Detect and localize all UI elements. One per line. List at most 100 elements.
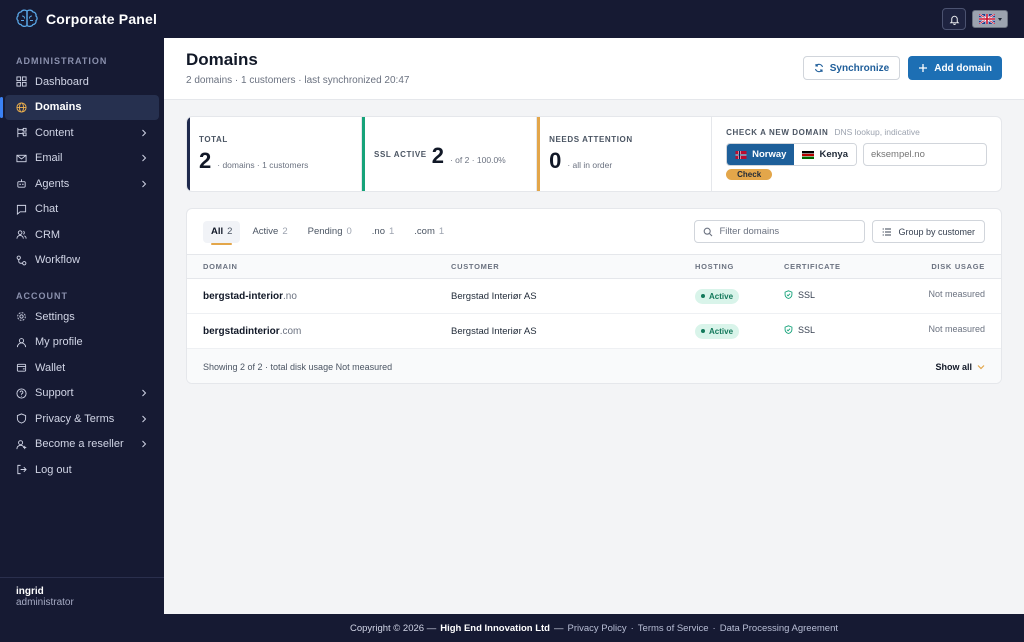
customer-cell: Bergstad Interiør AS [451, 325, 537, 337]
disk-usage-cell: Not measured [928, 324, 985, 334]
column-hosting[interactable]: HOSTING [695, 262, 784, 271]
bell-icon [949, 15, 959, 25]
brand[interactable]: Corporate Panel [16, 9, 157, 29]
shield-icon [16, 413, 27, 424]
shield-check-icon [784, 324, 793, 334]
sidebar-item-dashboard[interactable]: Dashboard [0, 69, 164, 95]
user-name: ingrid [16, 586, 44, 597]
sidebar-item-privacy-terms[interactable]: Privacy & Terms [0, 406, 164, 432]
domain-tld: .no [283, 290, 297, 302]
domain-name[interactable]: bergstadinterior [203, 326, 280, 337]
privacy-policy-link[interactable]: Privacy Policy [567, 623, 626, 634]
sidebar-item-label: CRM [35, 228, 61, 241]
notifications-button[interactable] [942, 8, 966, 30]
stat-ssl-active: SSL ACTIVE 2 · of 2 · 100.0% [362, 117, 538, 191]
group-by-customer-button[interactable]: Group by customer [872, 220, 985, 243]
mail-icon [16, 154, 27, 162]
domain-tld: .com [279, 325, 302, 337]
sidebar-item-become-reseller[interactable]: Become a reseller [0, 432, 164, 458]
sidebar-item-settings[interactable]: Settings [0, 304, 164, 330]
status-text: Active [709, 326, 734, 336]
brain-logo-icon [16, 9, 38, 28]
sidebar-item-label: Log out [35, 463, 72, 476]
domain-check-input[interactable] [862, 143, 987, 166]
check-hint: DNS lookup, indicative [834, 127, 920, 137]
status-dot-icon [701, 329, 705, 333]
sidebar-item-domains[interactable]: Domains [0, 94, 159, 120]
stats-card: TOTAL 2 · domains · 1 customers SSL ACTI… [186, 116, 1002, 192]
chevron-right-icon [142, 180, 147, 188]
stat-note: · domains · 1 customers [217, 160, 309, 170]
country-kenya-button[interactable]: Kenya [794, 144, 856, 165]
stat-needs-attention: NEEDS ATTENTION 0 · all in order [537, 117, 713, 191]
status-badge: Active [695, 323, 740, 339]
tab-com[interactable]: .com 1 [406, 221, 452, 243]
hosting-cell: Active [695, 288, 784, 304]
user-role: administrator [16, 597, 74, 608]
wallet-icon [16, 364, 27, 372]
sidebar-item-chat[interactable]: Chat [0, 197, 164, 223]
terms-of-service-link[interactable]: Terms of Service [638, 623, 709, 634]
data-processing-agreement-link[interactable]: Data Processing Agreement [720, 623, 838, 634]
content-icon [17, 128, 27, 138]
sidebar-item-wallet[interactable]: Wallet [0, 355, 164, 381]
disk-usage-cell: Not measured [928, 289, 985, 299]
column-domain[interactable]: DOMAIN [203, 262, 451, 271]
ssl-indicator: SSL [784, 290, 815, 300]
language-selector[interactable] [972, 10, 1008, 28]
sidebar-item-crm[interactable]: CRM [0, 222, 164, 248]
country-norway-button[interactable]: Norway [727, 144, 795, 165]
show-all-button[interactable]: Show all [935, 362, 985, 372]
section-administration: ADMINISTRATION [16, 56, 108, 66]
chat-icon [16, 204, 27, 215]
uk-flag-icon [978, 14, 995, 24]
shield-check-icon [784, 289, 793, 299]
synchronize-label: Synchronize [829, 62, 890, 74]
tab-label: Pending [307, 226, 343, 237]
table-header: DOMAIN CUSTOMER HOSTING CERTIFICATE DISK… [187, 255, 1001, 279]
check-title: CHECK A NEW DOMAIN [726, 128, 829, 137]
sidebar-item-my-profile[interactable]: My profile [0, 330, 164, 356]
sidebar-item-label: Privacy & Terms [35, 412, 115, 425]
customer-cell: Bergstad Interiør AS [451, 290, 537, 302]
chevron-right-icon [142, 415, 147, 423]
sidebar-item-email[interactable]: Email [0, 146, 164, 172]
list-icon [883, 227, 892, 236]
plus-icon [919, 64, 928, 72]
column-disk-usage[interactable]: DISK USAGE [884, 262, 985, 271]
tab-active[interactable]: Active 2 [244, 221, 295, 243]
table-footer: Showing 2 of 2 · total disk usage Not me… [187, 349, 1001, 383]
column-certificate[interactable]: CERTIFICATE [784, 262, 884, 271]
column-customer[interactable]: CUSTOMER [451, 262, 695, 271]
robot-icon [17, 179, 26, 188]
cert-text: SSL [798, 289, 816, 300]
sidebar-item-workflow[interactable]: Workflow [0, 248, 164, 274]
stat-value: 2 [199, 148, 212, 173]
table-row[interactable]: bergstadinterior.com Bergstad Interiør A… [187, 314, 1001, 349]
footer-separator: — [553, 622, 564, 634]
synchronize-button[interactable]: Synchronize [802, 56, 901, 80]
sidebar-item-agents[interactable]: Agents [0, 171, 164, 197]
table-row[interactable]: bergstad-interior.no Bergstad Interiør A… [187, 279, 1001, 314]
sidebar-item-label: Domains [35, 101, 82, 114]
sidebar-item-label: Settings [35, 310, 75, 323]
tab-label: Active [252, 226, 279, 237]
logout-icon [17, 465, 27, 475]
table-toolbar: All 2 Active 2 Pending 0 .no 1 .com 1 Filter … [187, 209, 1001, 255]
sidebar-item-label: Workflow [35, 254, 81, 267]
domain-name[interactable]: bergstad-interior [203, 291, 283, 302]
sidebar-item-content[interactable]: Content [0, 120, 164, 146]
tab-all[interactable]: All 2 [203, 220, 241, 245]
country-selector: Norway Kenya [726, 143, 857, 166]
check-button[interactable]: Check [726, 169, 773, 180]
sidebar-item-support[interactable]: Support [0, 381, 164, 407]
tab-pending[interactable]: Pending 0 [300, 221, 360, 243]
users-icon [16, 230, 27, 239]
sidebar-item-log-out[interactable]: Log out [0, 457, 164, 483]
filter-domains-input[interactable]: Filter domains [694, 220, 866, 243]
tab-no[interactable]: .no 1 [364, 221, 403, 243]
section-account: ACCOUNT [16, 291, 68, 301]
stat-label: TOTAL [199, 135, 228, 144]
stat-total: TOTAL 2 · domains · 1 customers [187, 117, 363, 191]
add-domain-button[interactable]: Add domain [908, 56, 1002, 80]
